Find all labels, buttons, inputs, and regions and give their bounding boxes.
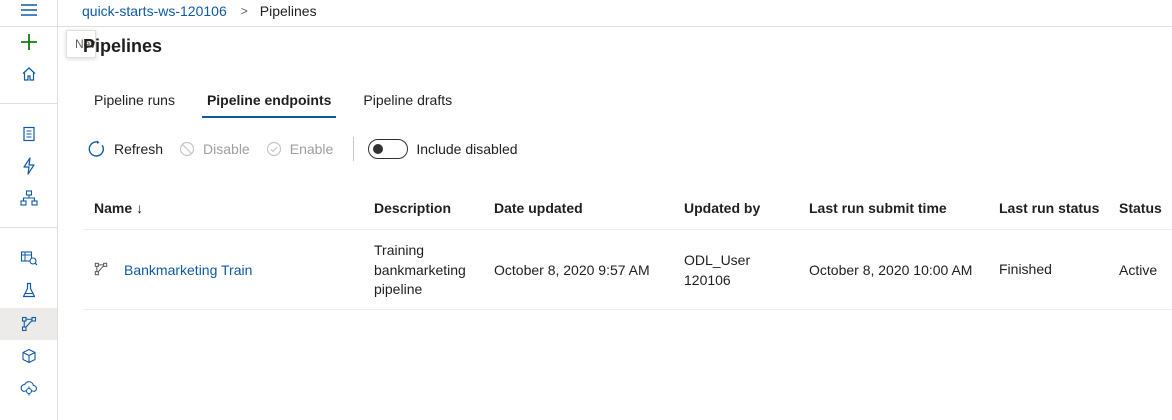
column-header-last-run-status[interactable]: Last run status [999, 200, 1099, 216]
breadcrumb-workspace-link[interactable]: quick-starts-ws-120106 [82, 3, 227, 19]
breadcrumb-separator: > [240, 4, 248, 18]
hamburger-menu-icon[interactable] [0, 0, 57, 26]
page-title: Pipelines [83, 36, 163, 56]
endpoint-date-updated: October 8, 2020 9:57 AM [494, 262, 650, 278]
header-divider [58, 26, 1172, 27]
table-header: Name ↓ Description Date updated Updated b… [83, 188, 1172, 230]
toolbar-divider [353, 137, 355, 161]
endpoints-icon[interactable] [0, 372, 57, 404]
column-header-description[interactable]: Description [374, 200, 451, 216]
description-line: bankmarketing [374, 261, 466, 278]
updated-by-line: 120106 [684, 271, 731, 288]
endpoint-name-link[interactable]: Bankmarketing Train [124, 262, 252, 278]
home-icon[interactable] [0, 58, 57, 90]
disable-label: Disable [203, 141, 250, 157]
include-disabled-label: Include disabled [416, 141, 518, 157]
endpoint-status: Active [1119, 262, 1158, 278]
command-bar: Refresh Disable Enable Include disabled [88, 136, 518, 162]
tab-pipeline-endpoints[interactable]: Pipeline endpoints [196, 80, 342, 120]
column-header-status[interactable]: Status [1119, 200, 1162, 216]
include-disabled-toggle[interactable] [368, 139, 409, 159]
refresh-button[interactable]: Refresh [88, 140, 163, 158]
column-header-last-run-submit-time[interactable]: Last run submit time [809, 200, 947, 216]
breadcrumb: quick-starts-ws-120106 > Pipelines [82, 0, 317, 22]
pipeline-endpoint-icon [94, 262, 108, 279]
column-header-name[interactable]: Name ↓ [94, 200, 143, 216]
enable-button[interactable]: Enable [266, 141, 334, 157]
updated-by-line: ODL_User [684, 252, 751, 268]
toggle-knob [373, 144, 384, 154]
refresh-label: Refresh [114, 141, 164, 157]
endpoint-last-run-submit-time: October 8, 2020 10:00 AM [809, 262, 973, 278]
enable-check-icon [266, 141, 281, 157]
endpoint-last-run-status: Finished [999, 261, 1052, 277]
disable-button[interactable]: Disable [179, 141, 250, 157]
automated-ml-icon[interactable] [0, 150, 57, 182]
enable-label: Enable [289, 141, 334, 157]
description-line: Training [374, 242, 425, 258]
description-line: pipeline [374, 281, 423, 297]
column-header-updated-by[interactable]: Updated by [684, 200, 760, 216]
tab-pipeline-runs[interactable]: Pipeline runs [83, 80, 186, 120]
column-header-date-updated[interactable]: Date updated [494, 200, 583, 216]
tab-bar: Pipeline runs Pipeline endpoints Pipelin… [83, 80, 473, 120]
disable-icon [179, 141, 195, 157]
create-new-plus-icon[interactable] [0, 26, 57, 58]
datasets-icon[interactable] [0, 242, 57, 274]
endpoint-updated-by: ODL_User 120106 [684, 251, 750, 290]
breadcrumb-current: Pipelines [259, 3, 317, 19]
pipelines-icon[interactable] [0, 308, 57, 340]
tab-pipeline-drafts[interactable]: Pipeline drafts [352, 80, 463, 120]
nav-divider [0, 227, 57, 228]
table-row[interactable]: Bankmarketing Train Training bankmarketi… [83, 230, 1172, 310]
nav-divider [0, 103, 57, 104]
endpoint-description: Training bankmarketing pipeline [374, 241, 466, 300]
sort-descending-icon: ↓ [136, 200, 144, 216]
notebooks-icon[interactable] [0, 118, 57, 150]
designer-icon[interactable] [0, 182, 57, 214]
refresh-icon [88, 140, 104, 157]
endpoints-table: Name ↓ Description Date updated Updated b… [83, 188, 1172, 310]
left-nav-rail [0, 0, 58, 420]
column-name-label: Name [94, 200, 133, 216]
models-icon[interactable] [0, 340, 57, 372]
experiments-icon[interactable] [0, 274, 57, 306]
